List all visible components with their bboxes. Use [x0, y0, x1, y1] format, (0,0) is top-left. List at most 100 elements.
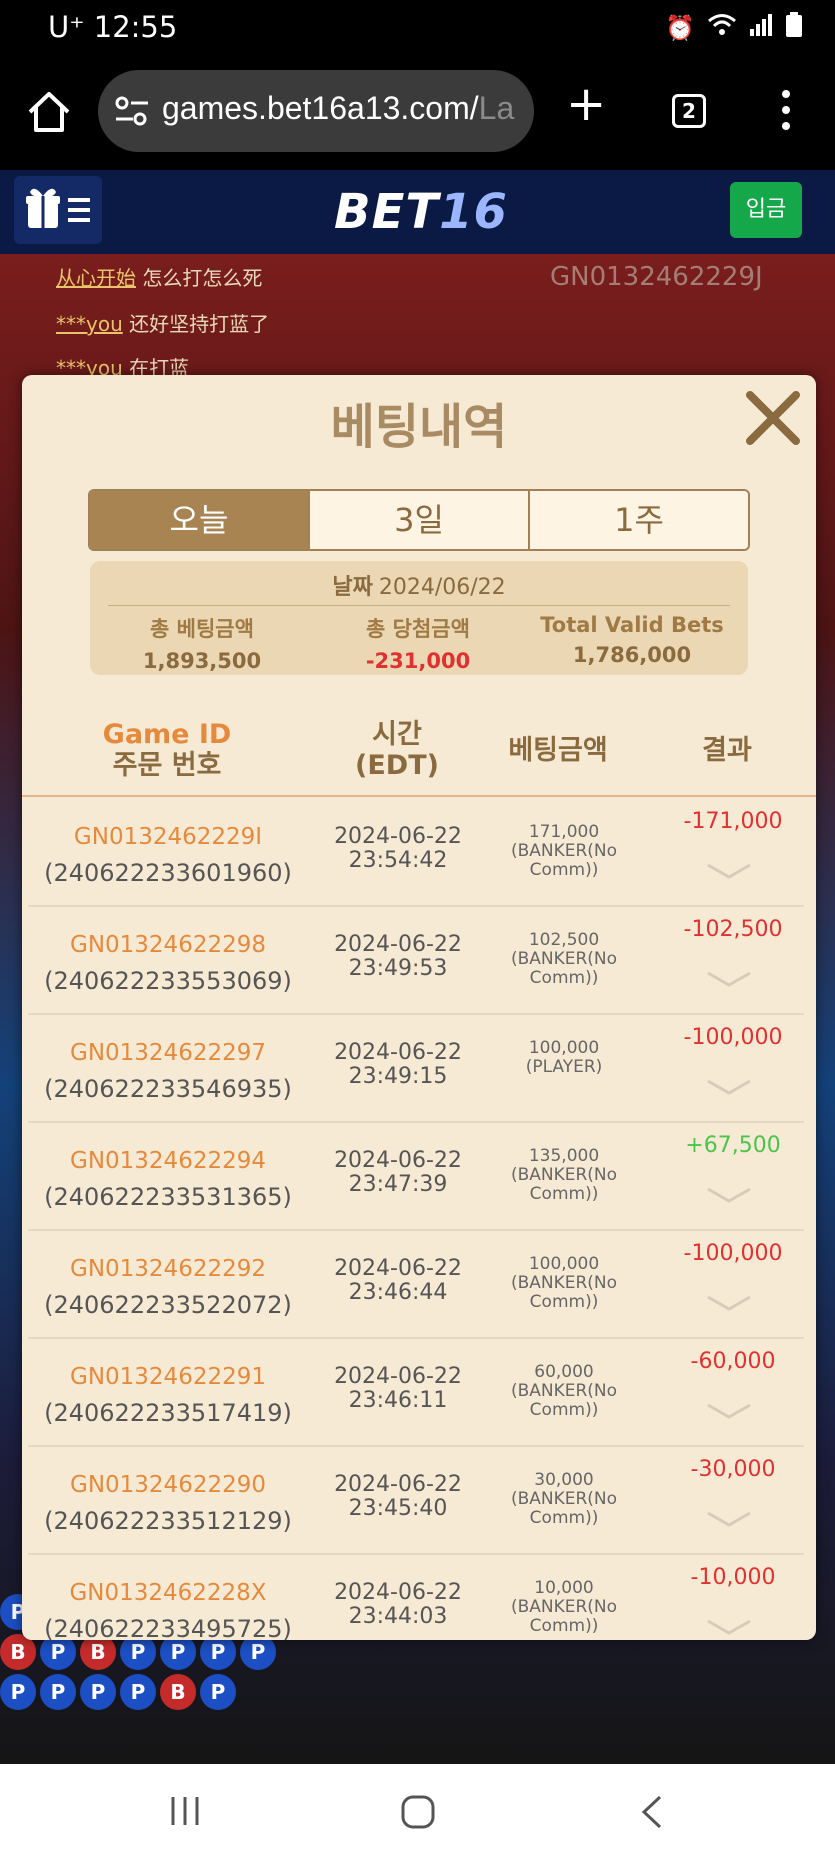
total-bet-summary: 총 베팅금액 1,893,500 [142, 617, 262, 673]
bet-amount: 100,000 [528, 1254, 600, 1274]
status-time: U⁺ 12:55 [48, 10, 178, 44]
bet-date: 2024-06-22 [334, 824, 462, 849]
back-button[interactable] [640, 1794, 664, 1834]
result-value: -102,500 [683, 917, 783, 942]
amount-cell: 102,500 (BANKER(No Comm)) [478, 931, 650, 988]
order-number: (240622233531365) [44, 1183, 292, 1211]
home-nav-button[interactable] [400, 1794, 436, 1834]
order-number: (240622233601960) [44, 859, 292, 887]
site-header: BET16 입금 [0, 170, 835, 254]
bet-date: 2024-06-22 [334, 1040, 462, 1065]
game-id[interactable]: GN01324622294 [28, 1143, 308, 1179]
game-id[interactable]: GN01324622291 [28, 1359, 308, 1395]
game-id[interactable]: GN0132462229I [28, 819, 308, 855]
game-id[interactable]: GN01324622290 [28, 1467, 308, 1503]
url-text: games.bet16a13.com/La [162, 90, 515, 126]
bet-type: (BANKER(No [510, 1597, 618, 1617]
back-icon [641, 1795, 662, 1829]
chevron-down-icon[interactable] [704, 969, 754, 989]
bet-date: 2024-06-22 [334, 1256, 462, 1281]
status-icons: ⏰ [665, 12, 803, 44]
order-number: (240622233546935) [44, 1075, 292, 1103]
deposit-button[interactable]: 입금 [730, 182, 802, 238]
game-id[interactable]: GN0132462228X [28, 1575, 308, 1611]
game-id-cell: GN01324622290 (240622233512129) [28, 1467, 308, 1539]
bet-amount: 30,000 [534, 1470, 594, 1490]
table-row[interactable]: GN01324622298 (240622233553069) 2024-06-22… [28, 907, 804, 1015]
table-row[interactable]: GN01324622291 (240622233517419) 2024-06-22… [28, 1339, 804, 1447]
recent-apps-button[interactable] [170, 1794, 200, 1832]
bet-amount: 60,000 [534, 1362, 594, 1382]
tab-today[interactable]: 오늘 [90, 491, 310, 549]
new-tab-button[interactable]: + [566, 80, 606, 128]
table-row[interactable]: GN01324622297 (240622233546935) 2024-06-22… [28, 1015, 804, 1123]
close-icon [746, 391, 800, 445]
amount-cell: 100,000 (PLAYER) [478, 1039, 650, 1077]
chevron-down-icon[interactable] [704, 861, 754, 881]
summary-date: 날짜 2024/06/22 [332, 575, 506, 600]
time-cell: 2024-06-22 23:45:40 [318, 1473, 478, 1521]
summary-box: 날짜 2024/06/22 총 베팅금액 1,893,500 총 당첨금액 -23… [90, 561, 748, 675]
order-number: (240622233512129) [44, 1507, 292, 1535]
bet-time: 23:46:11 [348, 1388, 448, 1413]
bet-type: (BANKER(No [510, 1381, 618, 1401]
time-cell: 2024-06-22 23:47:39 [318, 1149, 478, 1197]
amount-cell: 171,000 (BANKER(No Comm)) [478, 823, 650, 880]
result-value: -60,000 [690, 1349, 776, 1374]
bet-type: (PLAYER) [525, 1057, 603, 1077]
bet-type: (BANKER(No [510, 1489, 618, 1509]
table-row[interactable]: GN01324622294 (240622233531365) 2024-06-22… [28, 1123, 804, 1231]
bead-marker: P [120, 1674, 156, 1710]
total-win-summary: 총 당첨금액 -231,000 [365, 617, 471, 673]
table-row[interactable]: GN0132462228X (240622233495725) 2024-06-22… [28, 1555, 804, 1640]
amount-cell: 135,000 (BANKER(No Comm)) [478, 1147, 650, 1204]
table-row[interactable]: GN0132462229I (240622233601960) 2024-06-22… [28, 799, 804, 907]
header-result: 결과 [702, 735, 752, 766]
wifi-icon [707, 13, 737, 43]
game-id-cell: GN01324622292 (240622233522072) [28, 1251, 308, 1323]
tab-3days[interactable]: 3일 [310, 491, 530, 549]
table-row[interactable]: GN01324622292 (240622233522072) 2024-06-22… [28, 1231, 804, 1339]
bet-amount: 100,000 [528, 1038, 600, 1058]
chevron-down-icon[interactable] [704, 1617, 754, 1637]
chevron-down-icon[interactable] [704, 1401, 754, 1421]
close-button[interactable] [744, 389, 802, 447]
time-cell: 2024-06-22 23:44:03 [318, 1581, 478, 1629]
bet-date: 2024-06-22 [334, 1472, 462, 1497]
bet-amount: 102,500 [528, 930, 600, 950]
result-value: -100,000 [683, 1025, 783, 1050]
bet-time: 23:44:03 [348, 1604, 448, 1629]
site-settings-icon[interactable] [114, 94, 150, 128]
home-button[interactable] [26, 90, 72, 134]
game-id[interactable]: GN01324622292 [28, 1251, 308, 1287]
table-header: Game ID 주문 번호 시간 (EDT) 베팅금액 결과 [22, 715, 816, 797]
betting-history-modal: 베팅내역 오늘 3일 1주 날짜 2024/06/22 총 베팅금액 1,893,… [22, 375, 816, 1640]
time-cell: 2024-06-22 23:54:42 [318, 825, 478, 873]
game-id-cell: GN01324622294 (240622233531365) [28, 1143, 308, 1215]
tab-1week[interactable]: 1주 [530, 491, 748, 549]
site-logo[interactable]: BET16 [334, 184, 508, 240]
status-bar: U⁺ 12:55 ⏰ [0, 0, 835, 56]
browser-menu-button[interactable] [780, 90, 792, 134]
chevron-down-icon[interactable] [704, 1077, 754, 1097]
android-nav-bar [0, 1764, 835, 1862]
gift-menu-button[interactable] [14, 176, 102, 244]
bet-type-cont: Comm)) [529, 1616, 599, 1636]
order-number: (240622233553069) [44, 967, 292, 995]
result-value: -100,000 [683, 1241, 783, 1266]
tab-switcher-button[interactable]: 2 [672, 94, 706, 128]
bet-amount: 135,000 [528, 1146, 600, 1166]
battery-icon [785, 12, 803, 44]
chevron-down-icon[interactable] [704, 1293, 754, 1313]
chevron-down-icon[interactable] [704, 1185, 754, 1205]
chevron-down-icon[interactable] [704, 1509, 754, 1529]
bet-type-cont: Comm)) [529, 968, 599, 988]
result-value: -30,000 [690, 1457, 776, 1482]
valid-bets-summary: Total Valid Bets 1,786,000 [540, 613, 724, 667]
game-id[interactable]: GN01324622298 [28, 927, 308, 963]
table-row[interactable]: GN01324622290 (240622233512129) 2024-06-22… [28, 1447, 804, 1555]
game-id[interactable]: GN01324622297 [28, 1035, 308, 1071]
address-bar[interactable]: games.bet16a13.com/La [98, 70, 534, 152]
home-icon [28, 92, 70, 132]
background-game-id: GN0132462229J [550, 262, 763, 292]
